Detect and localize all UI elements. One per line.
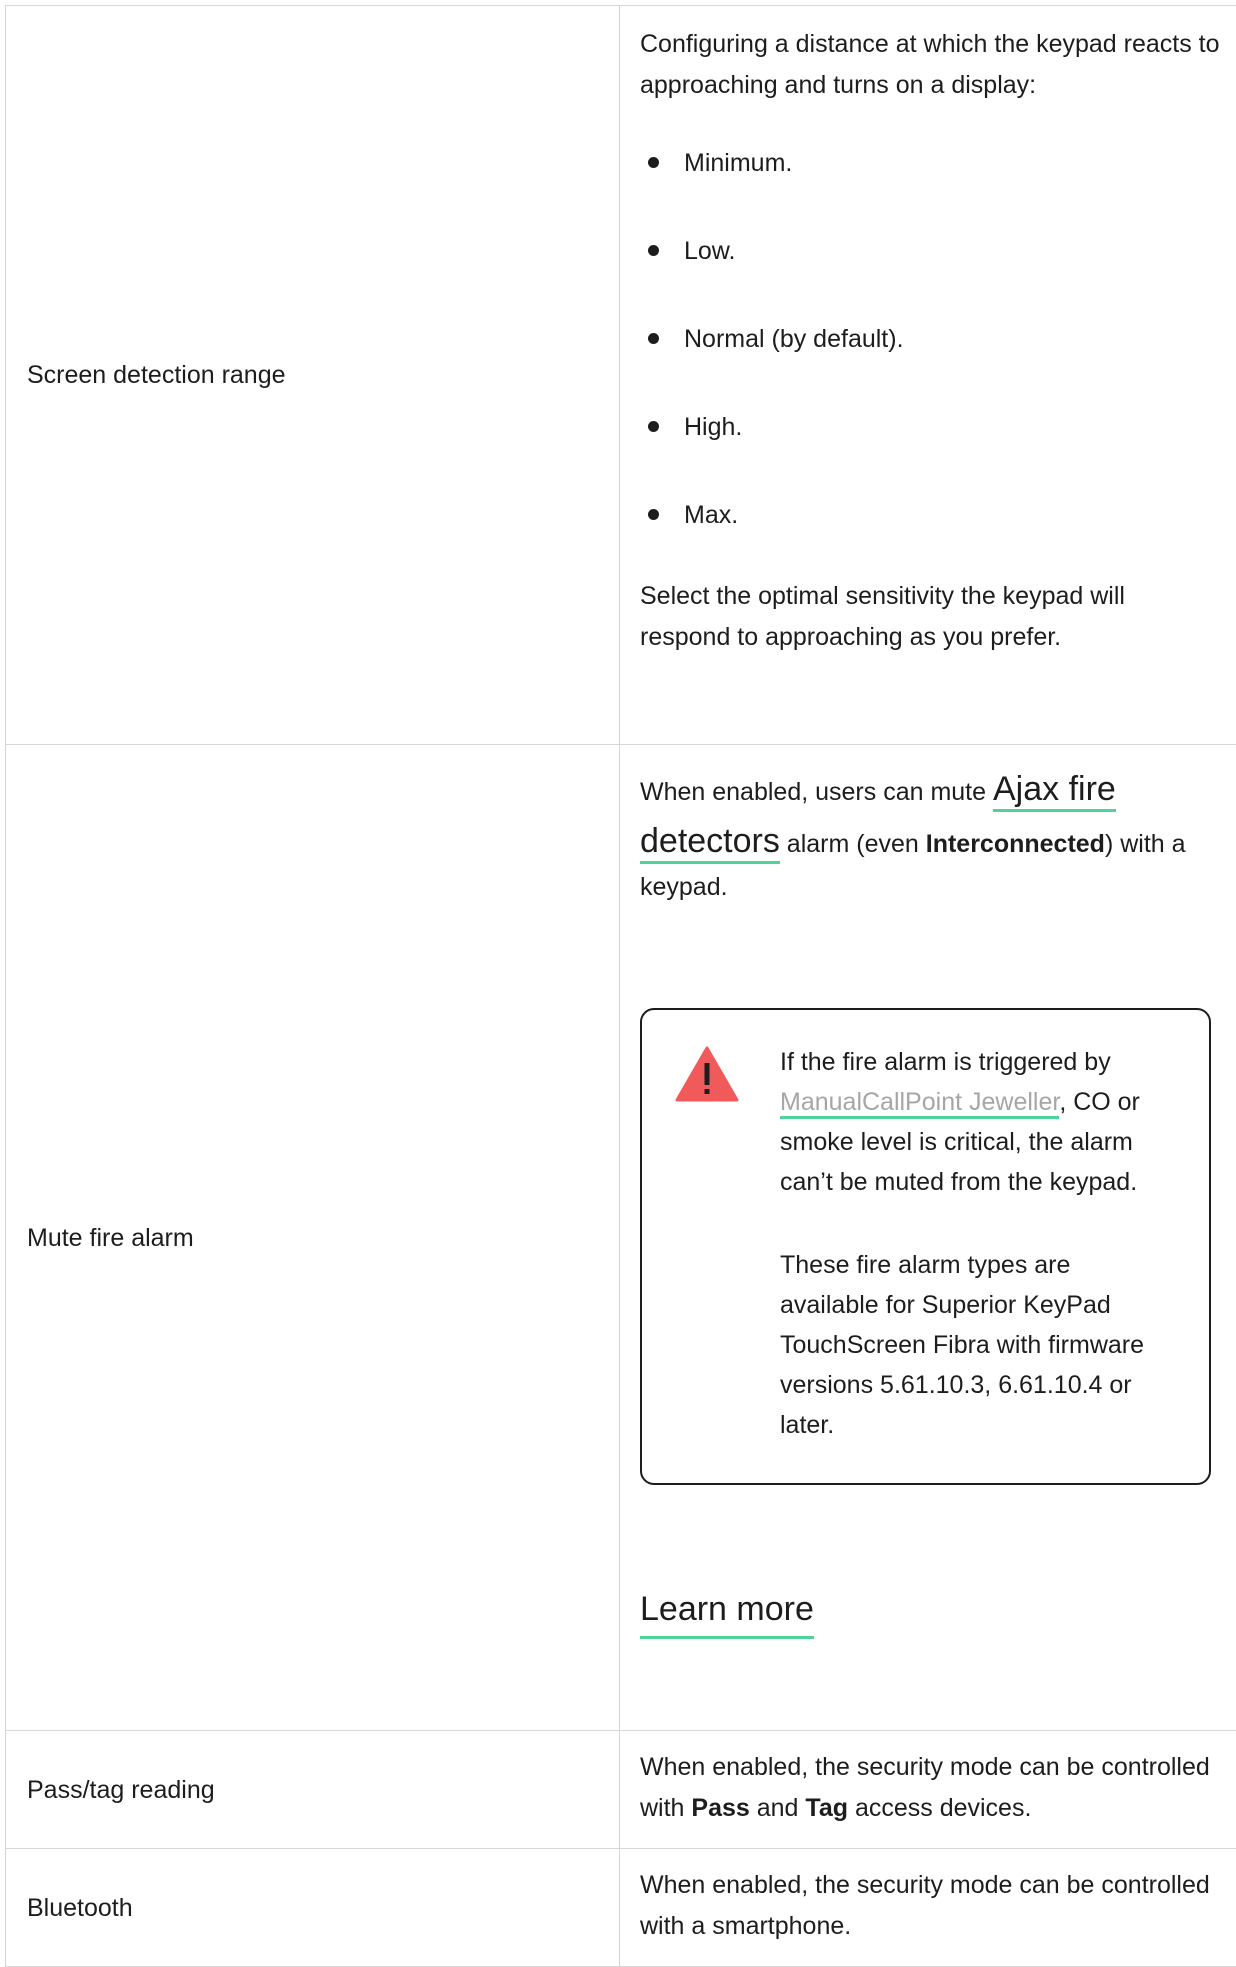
text-span: If the fire alarm is triggered by <box>780 1048 1111 1076</box>
setting-name: Mute fire alarm <box>27 1223 194 1252</box>
manualcallpoint-link[interactable]: ManualCallPoint Jeweller <box>780 1088 1060 1119</box>
settings-table: Screen detection range Configuring a dis… <box>5 5 1236 1967</box>
setting-description-cell: When enabled, the security mode can be c… <box>620 1731 1236 1848</box>
text-span: access devices. <box>848 1794 1032 1822</box>
list-item: Low. <box>640 215 1220 303</box>
setting-name-cell: Screen detection range <box>6 6 620 744</box>
text-span: alarm (even <box>779 830 926 858</box>
bold-text: Tag <box>805 1794 848 1822</box>
description-intro: Configuring a distance at which the keyp… <box>640 30 1220 99</box>
option-label: Max. <box>684 501 739 529</box>
bullet-icon <box>648 509 659 520</box>
list-item: High. <box>640 391 1220 479</box>
learn-more-link[interactable]: Learn more <box>640 1583 814 1639</box>
option-label: Minimum. <box>684 149 793 177</box>
setting-description-cell: When enabled, the security mode can be c… <box>620 1849 1236 1966</box>
warning-paragraph-1: If the fire alarm is triggered by Manual… <box>780 1042 1169 1202</box>
bullet-icon <box>648 157 659 168</box>
description-outro: Select the optimal sensitivity the keypa… <box>640 582 1125 651</box>
bullet-icon <box>648 421 659 432</box>
warning-box: If the fire alarm is triggered by Manual… <box>640 1008 1211 1485</box>
list-item: Max. <box>640 479 1220 567</box>
text-span: When enabled, users can mute <box>640 778 993 806</box>
table-row-pass-tag: Pass/tag reading When enabled, the secur… <box>6 1731 1236 1849</box>
setting-name: Screen detection range <box>27 361 286 389</box>
warning-triangle-icon <box>675 1046 739 1102</box>
setting-name: Bluetooth <box>27 1893 133 1922</box>
setting-name-cell: Pass/tag reading <box>6 1731 620 1848</box>
table-row-bluetooth: Bluetooth When enabled, the security mod… <box>6 1849 1236 1967</box>
warning-paragraph-2: These fire alarm types are available for… <box>780 1251 1145 1439</box>
detection-range-options: Minimum. Low. Normal (by default). High.… <box>640 127 1220 567</box>
setting-description-cell: Configuring a distance at which the keyp… <box>620 6 1236 744</box>
list-item: Normal (by default). <box>640 303 1220 391</box>
warning-text: If the fire alarm is triggered by Manual… <box>780 1042 1169 1445</box>
bullet-icon <box>648 333 659 344</box>
option-label: Normal (by default). <box>684 325 904 353</box>
option-label: Low. <box>684 237 736 265</box>
text-span: and <box>749 1794 806 1822</box>
list-item: Minimum. <box>640 127 1220 215</box>
setting-name-cell: Mute fire alarm <box>6 745 620 1730</box>
table-row-screen-detection: Screen detection range Configuring a dis… <box>6 6 1236 745</box>
bluetooth-description: When enabled, the security mode can be c… <box>640 1871 1210 1940</box>
table-row-mute-fire-alarm: Mute fire alarm When enabled, users can … <box>6 745 1236 1731</box>
setting-name-cell: Bluetooth <box>6 1849 620 1966</box>
option-label: High. <box>684 413 743 441</box>
bold-text: Pass <box>691 1794 750 1822</box>
bullet-icon <box>648 245 659 256</box>
mute-description: When enabled, users can mute Ajax fire d… <box>640 763 1220 908</box>
setting-description-cell: When enabled, users can mute Ajax fire d… <box>620 745 1236 1730</box>
bold-text: Interconnected <box>925 830 1105 858</box>
pass-tag-description: When enabled, the security mode can be c… <box>640 1747 1220 1829</box>
setting-name: Pass/tag reading <box>27 1775 215 1804</box>
